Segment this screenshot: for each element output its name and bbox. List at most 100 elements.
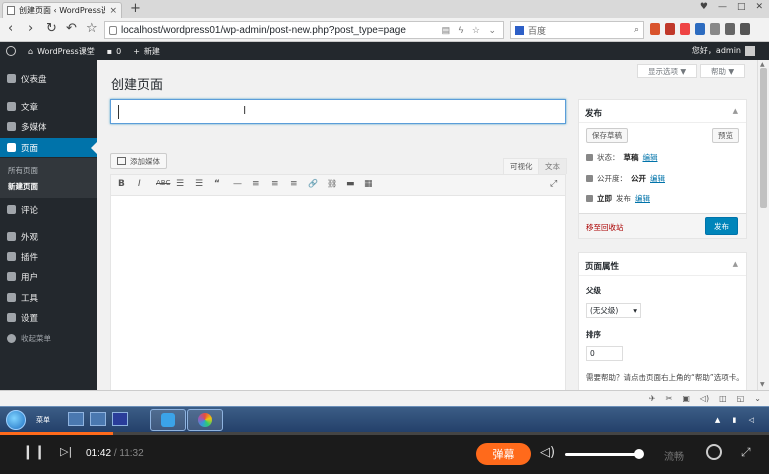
quicklaunch-icon[interactable]: [90, 412, 106, 426]
show-desktop-icon[interactable]: [68, 412, 84, 426]
close-tab-icon[interactable]: ×: [109, 6, 117, 16]
scroll-down-icon[interactable]: ▼: [760, 381, 765, 388]
extension-icon[interactable]: [710, 23, 720, 35]
browser-tab[interactable]: 创建页面 ‹ WordPress课堂 ×: [2, 2, 122, 18]
forward-icon[interactable]: ›: [28, 21, 33, 36]
edit-time-link[interactable]: 编辑: [635, 193, 650, 204]
fullscreen-icon[interactable]: ⤢: [741, 445, 751, 460]
extension-icon[interactable]: [665, 23, 675, 35]
blockquote-button[interactable]: “: [214, 179, 220, 189]
move-to-trash-link[interactable]: 移至回收站: [586, 222, 624, 233]
wordpress-logo-icon[interactable]: [6, 46, 16, 56]
insert-link-button[interactable]: 🔗: [308, 179, 318, 188]
align-right-button[interactable]: ≡: [290, 179, 298, 189]
read-more-button[interactable]: ▬: [346, 179, 355, 189]
reload-icon[interactable]: ↻: [46, 21, 57, 36]
bullet-list-button[interactable]: ☰: [176, 179, 184, 189]
submenu-new-page[interactable]: 新建页面: [8, 181, 38, 192]
start-button[interactable]: [6, 410, 26, 430]
scroll-up-icon[interactable]: ▲: [760, 61, 765, 68]
sidebar-item-comments[interactable]: 评论: [0, 200, 97, 219]
gear-icon[interactable]: [706, 444, 722, 460]
start-menu-label[interactable]: 菜单: [36, 415, 50, 425]
volume-icon[interactable]: ◁): [700, 394, 709, 403]
collapse-arrow-icon[interactable]: ▲: [733, 260, 738, 268]
extension-icon[interactable]: [680, 23, 690, 35]
sidebar-item-users[interactable]: 用户: [0, 267, 97, 286]
sidebar-item-media[interactable]: 多媒体: [0, 117, 97, 136]
taskbar-app-browser[interactable]: [187, 409, 223, 431]
danmu-button[interactable]: 弹幕: [476, 443, 531, 465]
sidebar-item-settings[interactable]: 设置: [0, 308, 97, 327]
sidebar-item-posts[interactable]: 文章: [0, 97, 97, 116]
admin-bar-new[interactable]: + 新建: [133, 46, 160, 57]
edit-visibility-link[interactable]: 编辑: [650, 173, 665, 184]
sidebar-item-dashboard[interactable]: 仪表盘: [0, 69, 97, 88]
admin-bar-comments[interactable]: ▪ 0: [107, 47, 122, 56]
strikethrough-button[interactable]: ABC: [156, 179, 170, 187]
help-button[interactable]: 帮助 ▼: [700, 64, 746, 78]
statusbar-icon[interactable]: ◱: [737, 394, 745, 403]
preview-button[interactable]: 预览: [712, 128, 739, 143]
statusbar-icon[interactable]: ✈: [649, 394, 656, 403]
remove-link-button[interactable]: ⛓: [327, 179, 337, 188]
align-center-button[interactable]: ≡: [271, 179, 279, 189]
parent-select[interactable]: (无父级) ▾: [586, 303, 641, 318]
statusbar-icon[interactable]: ◫: [719, 394, 727, 403]
taskbar-app-word[interactable]: [150, 409, 186, 431]
edit-status-link[interactable]: 编辑: [643, 152, 658, 163]
new-tab-button[interactable]: +: [130, 1, 141, 16]
submenu-all-pages[interactable]: 所有页面: [8, 165, 38, 176]
volume-icon[interactable]: ◁): [540, 445, 555, 460]
statusbar-icon[interactable]: ✂: [666, 394, 673, 403]
align-left-button[interactable]: ≡: [252, 179, 260, 189]
extension-icon[interactable]: [725, 23, 735, 35]
minimize-icon[interactable]: —: [718, 2, 727, 12]
sidebar-item-plugins[interactable]: 插件: [0, 247, 97, 266]
sidebar-item-appearance[interactable]: 外观: [0, 227, 97, 246]
extension-icon[interactable]: [650, 23, 660, 35]
address-actions[interactable]: ▤ ϟ ☆ ⌄: [442, 25, 499, 36]
add-media-button[interactable]: 添加媒体: [110, 153, 167, 169]
collapse-arrow-icon[interactable]: ▲: [733, 107, 738, 115]
save-draft-button[interactable]: 保存草稿: [586, 128, 628, 143]
order-input[interactable]: 0: [586, 346, 623, 361]
undo-icon[interactable]: ↶: [66, 21, 77, 36]
screen-options-button[interactable]: 显示选项 ▼: [637, 64, 698, 78]
volume-slider[interactable]: [565, 453, 640, 456]
address-bar[interactable]: localhost/wordpress01/wp-admin/post-new.…: [104, 21, 504, 39]
system-tray[interactable]: ▲ ▮ ◁: [715, 416, 759, 424]
search-box[interactable]: 百度 ⌕: [510, 21, 644, 39]
scrollbar-thumb[interactable]: [760, 68, 767, 208]
sidebar-item-pages[interactable]: 页面: [0, 138, 97, 157]
search-icon[interactable]: ⌕: [634, 25, 639, 35]
back-icon[interactable]: ‹: [8, 21, 13, 36]
statusbar-icon[interactable]: ▣: [682, 394, 690, 403]
toolbar-toggle-button[interactable]: ▦: [364, 179, 373, 189]
pause-icon[interactable]: ❙❙: [22, 444, 45, 460]
admin-bar-account[interactable]: 您好，admin: [692, 45, 755, 56]
hamburger-menu-icon[interactable]: [740, 23, 750, 35]
extension-icon[interactable]: [695, 23, 705, 35]
sidebar-item-tools[interactable]: 工具: [0, 288, 97, 307]
volume-knob[interactable]: [634, 449, 644, 459]
publish-button[interactable]: 发布: [705, 217, 738, 235]
title-field[interactable]: I: [110, 99, 566, 124]
quicklaunch-icon[interactable]: [112, 412, 128, 426]
close-window-icon[interactable]: ✕: [755, 2, 763, 12]
statusbar-icon[interactable]: ⌄: [754, 394, 761, 403]
page-scrollbar[interactable]: ▲ ▼: [757, 60, 769, 406]
horizontal-rule-button[interactable]: —: [233, 179, 242, 189]
content-editor[interactable]: B I ABC ☰ ☰ “ — ≡ ≡ ≡ 🔗 ⛓ ▬ ▦ ⤢: [110, 174, 566, 406]
tab-visual[interactable]: 可视化: [503, 158, 540, 174]
bold-button[interactable]: B: [118, 179, 125, 189]
maximize-icon[interactable]: □: [737, 2, 746, 12]
progress-track[interactable]: [0, 432, 769, 435]
next-icon[interactable]: ▷|: [60, 445, 72, 458]
admin-bar-site[interactable]: ⌂ WordPress课堂: [28, 46, 95, 57]
tab-text[interactable]: 文本: [538, 158, 567, 174]
bookmark-star-icon[interactable]: ☆: [86, 21, 98, 36]
sidebar-collapse-menu[interactable]: 收起菜单: [0, 329, 97, 348]
numbered-list-button[interactable]: ☰: [195, 179, 203, 189]
distraction-free-icon[interactable]: ⤢: [550, 179, 557, 189]
